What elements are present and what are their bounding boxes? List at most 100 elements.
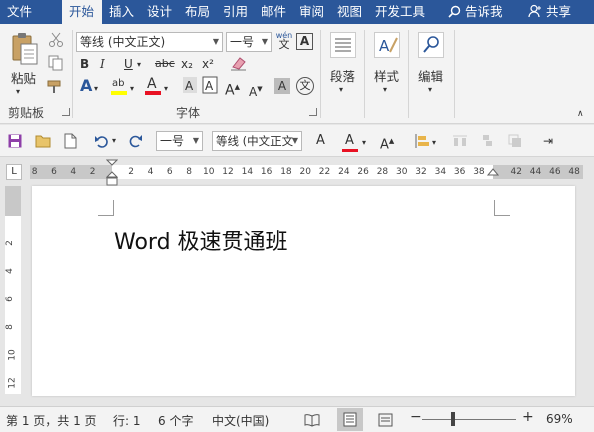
qat-grow-font-button[interactable]: A (316, 133, 325, 149)
superscript-button[interactable]: x² (202, 56, 214, 72)
collapse-ribbon-icon[interactable]: ∧ (577, 106, 584, 122)
tab-home[interactable]: 开始 (62, 0, 102, 24)
undo-dropdown-icon[interactable]: ▾ (112, 133, 116, 149)
highlight-dropdown-icon[interactable]: ▾ (130, 81, 134, 97)
paste-icon[interactable] (10, 32, 40, 66)
styles-icon[interactable]: A (374, 32, 400, 58)
cut-icon[interactable] (48, 32, 64, 48)
font-launcher-icon[interactable] (309, 108, 317, 116)
open-folder-icon[interactable] (35, 134, 51, 148)
tab-selector[interactable]: L (6, 164, 22, 180)
phonetic-guide-button[interactable]: wén 文 (274, 31, 294, 50)
qat-font-size-value: 一号 (160, 134, 185, 148)
tab-review[interactable]: 审阅 (292, 0, 330, 24)
tab-developer[interactable]: 开发工具 (368, 0, 430, 24)
save-icon[interactable] (8, 134, 22, 148)
qat-font-color-dropdown-icon[interactable]: ▾ (362, 135, 366, 151)
editing-dropdown-icon[interactable]: ▾ (428, 82, 432, 98)
qat-grow-button[interactable]: A▲ (380, 133, 394, 153)
page-count[interactable]: 第 1 页，共 1 页 (6, 412, 97, 429)
font-color-button[interactable]: A (147, 76, 157, 92)
char-shading-icon[interactable]: A (182, 76, 198, 94)
grow-font-button[interactable]: A▲ (225, 79, 240, 99)
tab-view[interactable]: 视图 (330, 0, 368, 24)
zoom-slider-track[interactable] (422, 419, 516, 420)
paragraph-dropdown-icon[interactable]: ▾ (339, 82, 343, 98)
distribute-icon[interactable] (452, 133, 468, 149)
underline-dropdown-icon[interactable]: ▾ (137, 57, 141, 73)
word-count[interactable]: 6 个字 (158, 412, 193, 429)
styles-dropdown-icon[interactable]: ▾ (383, 82, 387, 98)
ruler-tick-label: 12 (222, 167, 234, 177)
indent-marker-icon[interactable] (106, 159, 118, 187)
ruler-tick-label: 10 (203, 167, 215, 177)
chevron-down-icon: ▼ (192, 136, 199, 145)
customize-qat-icon[interactable]: ⇥ (543, 133, 553, 149)
zoom-level[interactable]: 69% (546, 412, 573, 426)
font-color-dropdown-icon[interactable]: ▾ (164, 81, 168, 97)
strikethrough-button[interactable]: abc (155, 56, 175, 72)
font-name-combo[interactable]: 等线 (中文正文) ▼ (76, 32, 223, 52)
qat-font-name-combo[interactable]: 等线 (中文正文 ▼ (212, 131, 302, 151)
tab-file[interactable]: 文件 (0, 0, 44, 24)
format-painter-icon[interactable] (47, 79, 65, 95)
vruler-tick-label: 4 (4, 268, 15, 274)
document-page[interactable]: Word 极速贯通班 (32, 186, 575, 396)
font-size-combo[interactable]: 一号 ▼ (226, 32, 272, 52)
bold-button[interactable]: B (80, 56, 89, 72)
subscript-button[interactable]: x₂ (181, 56, 193, 72)
zoom-in-button[interactable]: + (522, 409, 534, 425)
copy-icon[interactable] (48, 55, 64, 71)
redo-icon[interactable] (127, 134, 143, 148)
tab-insert[interactable]: 插入 (102, 0, 140, 24)
zoom-out-button[interactable]: − (410, 409, 422, 425)
qat-font-color-button[interactable]: A (345, 133, 354, 149)
text-effects-dropdown-icon[interactable]: ▾ (94, 81, 98, 97)
char-border-button[interactable]: A (296, 33, 313, 50)
paste-dropdown-icon[interactable]: ▾ (16, 84, 20, 100)
tab-mailings[interactable]: 邮件 (254, 0, 292, 24)
paste-button[interactable]: 粘贴 (11, 68, 36, 87)
new-document-icon[interactable] (64, 133, 77, 149)
tab-references[interactable]: 引用 (216, 0, 254, 24)
clipboard-launcher-icon[interactable] (62, 108, 70, 116)
qat-font-size-combo[interactable]: 一号 ▼ (156, 131, 203, 151)
zoom-slider-thumb[interactable] (450, 412, 455, 426)
shading-button[interactable]: A (274, 78, 290, 94)
ruler-tick-label: 2 (89, 167, 96, 177)
vertical-ruler[interactable]: 2 4 6 8 10 12 (5, 186, 21, 394)
share-button[interactable]: 共享 (528, 0, 571, 24)
ruler-tick-label: 46 (549, 167, 561, 177)
group-objects-icon[interactable] (480, 133, 496, 149)
paragraph-icon[interactable] (330, 32, 356, 58)
line-number[interactable]: 行: 1 (113, 412, 141, 429)
undo-icon[interactable] (94, 134, 110, 148)
language[interactable]: 中文(中国) (212, 412, 269, 429)
font-group-label: 字体 (176, 106, 201, 120)
right-indent-marker-icon[interactable] (487, 168, 499, 178)
tell-me-button[interactable]: 告诉我 (448, 0, 503, 24)
document-text[interactable]: Word 极速贯通班 (114, 224, 288, 256)
align-dropdown-icon[interactable]: ▾ (432, 135, 436, 151)
web-layout-icon[interactable] (378, 413, 394, 427)
divider (364, 30, 365, 118)
highlight-button[interactable]: ab (112, 76, 124, 92)
align-objects-icon[interactable] (414, 133, 430, 149)
underline-button[interactable]: U (124, 56, 133, 72)
shrink-font-button[interactable]: A▼ (249, 81, 263, 100)
read-mode-icon[interactable] (304, 413, 320, 427)
bring-forward-icon[interactable] (507, 133, 523, 149)
char-border-icon[interactable]: A (202, 76, 218, 94)
vruler-tick-label: 6 (4, 296, 15, 302)
clear-format-icon[interactable] (230, 55, 248, 71)
document-area: 2 4 6 8 10 12 Word 极速贯通班 (0, 186, 594, 406)
text-effects-button[interactable]: A (80, 78, 92, 94)
find-icon[interactable] (418, 32, 444, 58)
tab-design[interactable]: 设计 (140, 0, 178, 24)
tab-layout[interactable]: 布局 (178, 0, 216, 24)
italic-button[interactable]: I (100, 56, 105, 72)
enclose-char-button[interactable]: 文 (296, 77, 314, 95)
chevron-down-icon: ▼ (212, 37, 219, 46)
horizontal-ruler[interactable]: L 8 6 4 2 2 4 6 8 10 12 14 16 18 20 22 24 26 28 30 32 34 36 38… (0, 158, 594, 186)
font-color-swatch (145, 91, 161, 95)
